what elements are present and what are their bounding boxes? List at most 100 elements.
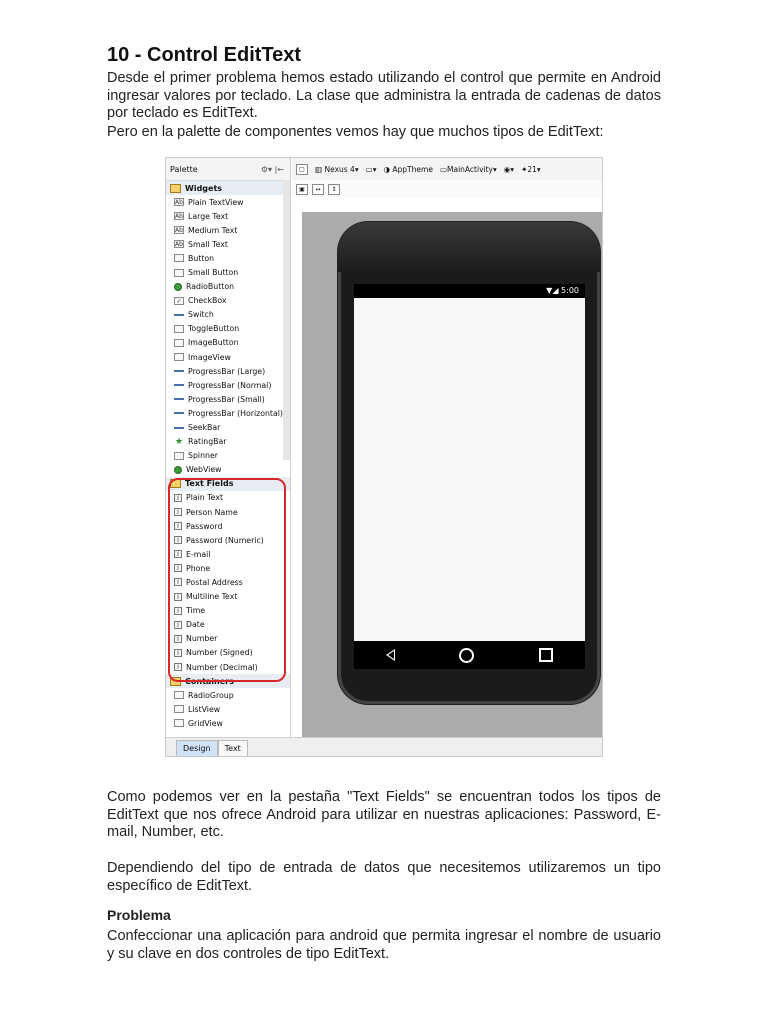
- api-selector[interactable]: ✦21▾: [521, 165, 541, 174]
- palette-item[interactable]: Spinner: [166, 449, 290, 463]
- back-icon: [386, 649, 396, 661]
- text-icon: Ab: [174, 240, 184, 249]
- status-time: 5:00: [561, 286, 579, 295]
- tab-design[interactable]: Design: [176, 740, 218, 756]
- palette-item[interactable]: Ab Medium Text: [166, 223, 290, 237]
- page-title: 10 - Control EditText: [107, 44, 302, 66]
- theme-selector[interactable]: ◑ AppTheme: [383, 165, 432, 174]
- text-icon: Ab: [174, 198, 184, 207]
- palette-item[interactable]: Ab Large Text: [166, 209, 290, 223]
- widget-icon: [174, 254, 184, 263]
- theme-label: AppTheme: [392, 164, 433, 174]
- palette-item[interactable]: Button: [166, 251, 290, 265]
- widget-icon: [174, 338, 184, 347]
- progress-icon: [174, 426, 184, 429]
- api-label: 21: [527, 164, 537, 174]
- android-studio-screenshot: Palette ⚙▾ |← Widgets Ab Plain TextView Ab…: [165, 157, 603, 757]
- palette-item-label: RadioButton: [186, 282, 235, 292]
- container-icon: [174, 719, 184, 728]
- intro-paragraph: Desde el primer problema hemos estado ut…: [107, 70, 661, 121]
- progress-icon: [174, 398, 184, 401]
- palette-item[interactable]: ListView: [166, 702, 290, 716]
- gear-icon[interactable]: ⚙▾ |←: [261, 165, 284, 174]
- folder-icon: [170, 183, 181, 193]
- widgets-list: Ab Plain TextView Ab Large Text Ab Medium Tex…: [166, 195, 290, 477]
- palette-item-label: ImageView: [188, 352, 231, 362]
- fit-width-icon[interactable]: ↔: [312, 183, 324, 195]
- palette-item[interactable]: ProgressBar (Large): [166, 364, 290, 378]
- activity-label: MainActivity: [447, 164, 493, 174]
- palette-item-label: Button: [188, 253, 215, 263]
- star-icon: ★: [174, 436, 184, 447]
- palette-item-label: CheckBox: [188, 296, 227, 306]
- palette-item[interactable]: RadioGroup: [166, 688, 290, 702]
- palette-scrollbar[interactable]: [283, 180, 290, 460]
- tab-text[interactable]: Text: [217, 740, 248, 756]
- palette-item-label: Medium Text: [188, 225, 238, 235]
- palette-header: Palette ⚙▾ |←: [166, 158, 290, 181]
- layout-icon[interactable]: ▢: [296, 163, 308, 175]
- progress-icon: [174, 384, 184, 387]
- palette-item-label: Spinner: [188, 451, 218, 461]
- palette-item-label: ImageButton: [188, 338, 239, 348]
- palette-item[interactable]: ImageButton: [166, 336, 290, 350]
- zoom-icon[interactable]: ▣: [296, 183, 308, 195]
- palette-panel: Palette ⚙▾ |← Widgets Ab Plain TextView Ab…: [166, 158, 291, 738]
- palette-item-label: ProgressBar (Small): [188, 394, 265, 404]
- palette-item-label: Small Text: [188, 239, 228, 249]
- palette-item-label: ProgressBar (Large): [188, 366, 266, 376]
- radio-icon: [174, 282, 182, 291]
- palette-item[interactable]: WebView: [166, 463, 290, 477]
- phone-frame: ▼◢ 5:00: [338, 222, 600, 704]
- palette-item[interactable]: GridView: [166, 716, 290, 730]
- recent-apps-icon: [538, 648, 553, 662]
- palette-item-label: ListView: [188, 704, 221, 714]
- palette-item[interactable]: Ab Small Text: [166, 237, 290, 251]
- phone-bezel: [338, 222, 600, 272]
- designer-toolbar-2: ▣ ↔ ↕: [292, 180, 602, 198]
- designer-toolbar: ▢ ▥ Nexus 4▾ ▭▾ ◑ AppTheme ▭MainActivity…: [292, 158, 602, 181]
- container-icon: [174, 705, 184, 714]
- palette-item[interactable]: ToggleButton: [166, 322, 290, 336]
- progress-icon: [174, 313, 184, 316]
- palette-title: Palette: [170, 164, 198, 174]
- phone-screen[interactable]: [354, 298, 585, 641]
- progress-icon: [174, 370, 184, 373]
- container-icon: [174, 691, 184, 700]
- palette-item[interactable]: ProgressBar (Normal): [166, 378, 290, 392]
- palette-item[interactable]: Small Button: [166, 265, 290, 279]
- palette-item-label: ProgressBar (Horizontal): [188, 408, 283, 418]
- status-bar: ▼◢ 5:00: [354, 284, 585, 298]
- palette-item[interactable]: Switch: [166, 308, 290, 322]
- palette-item[interactable]: RadioButton: [166, 280, 290, 294]
- palette-item-label: ToggleButton: [188, 324, 240, 334]
- intro-paragraph-2: Pero en la palette de componentes vemos …: [107, 124, 604, 140]
- palette-item-label: Switch: [188, 310, 214, 320]
- progress-icon: [174, 412, 184, 415]
- problem-paragraph: Confeccionar una aplicación para android…: [107, 928, 661, 962]
- palette-item[interactable]: Ab Plain TextView: [166, 195, 290, 209]
- text-icon: Ab: [174, 226, 184, 235]
- palette-item[interactable]: ★ RatingBar: [166, 435, 290, 449]
- design-canvas[interactable]: ▼◢ 5:00: [302, 212, 602, 738]
- palette-item-label: ProgressBar (Normal): [188, 380, 272, 390]
- device-selector[interactable]: ▥ Nexus 4▾: [315, 165, 359, 174]
- palette-item[interactable]: ProgressBar (Small): [166, 392, 290, 406]
- activity-selector[interactable]: ▭MainActivity▾: [440, 165, 497, 174]
- palette-item-label: SeekBar: [188, 423, 221, 433]
- orientation-button[interactable]: ▭▾: [366, 165, 377, 174]
- palette-item-label: WebView: [186, 465, 222, 475]
- locale-icon[interactable]: ◉▾: [504, 165, 514, 174]
- palette-item-label: RatingBar: [188, 437, 227, 447]
- fit-height-icon[interactable]: ↕: [328, 183, 340, 195]
- palette-item[interactable]: SeekBar: [166, 421, 290, 435]
- palette-item[interactable]: ImageView: [166, 350, 290, 364]
- group-widgets[interactable]: Widgets: [166, 181, 290, 195]
- palette-item[interactable]: ✓ CheckBox: [166, 294, 290, 308]
- widget-icon: [174, 324, 184, 333]
- paragraph-input-type: Dependiendo del tipo de entrada de datos…: [107, 860, 661, 894]
- palette-item[interactable]: ProgressBar (Horizontal): [166, 406, 290, 420]
- paragraph-text-fields: Como podemos ver en la pestaña "Text Fie…: [107, 789, 661, 840]
- palette-item-label: GridView: [188, 718, 223, 728]
- checkbox-icon: ✓: [174, 296, 184, 305]
